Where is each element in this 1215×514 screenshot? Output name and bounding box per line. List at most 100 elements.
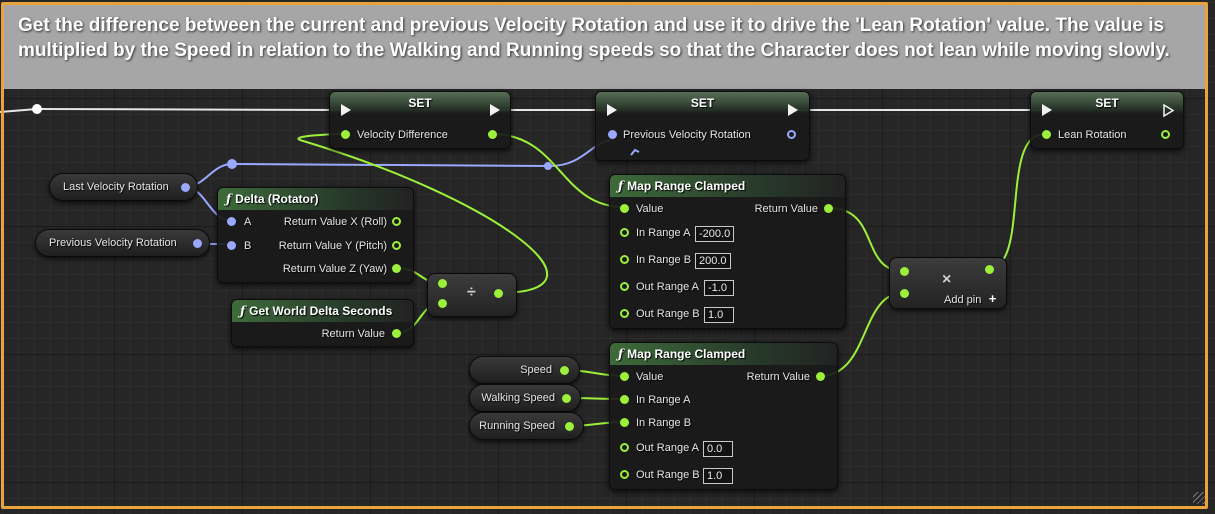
rotator-reroute-knot[interactable] <box>227 159 237 169</box>
comment-resize-grip[interactable] <box>1193 492 1205 504</box>
return-x-out-pin[interactable] <box>392 217 401 226</box>
velocity-difference-out-pin[interactable] <box>488 130 497 139</box>
pin-label-out-range-b: Out Range B <box>636 469 700 481</box>
previous-velocity-rotation-out-pin[interactable] <box>787 130 796 139</box>
get-last-velocity-rotation-node[interactable]: Last Velocity Rotation <box>49 173 198 201</box>
divide-node[interactable]: ÷ <box>427 273 517 317</box>
variable-label: Last Velocity Rotation <box>63 181 169 193</box>
pin-label-value: Value <box>636 203 664 215</box>
lean-rotation-out-pin[interactable] <box>1161 130 1170 139</box>
pin-label-a: A <box>244 216 252 228</box>
return-value-out-pin[interactable] <box>824 204 833 213</box>
walking-speed-out-pin[interactable] <box>562 394 571 403</box>
get-speed-node[interactable]: Speed <box>469 356 580 384</box>
variable-label: Previous Velocity Rotation <box>49 237 177 249</box>
speed-out-pin[interactable] <box>560 366 569 375</box>
node-title: SET <box>1031 92 1183 114</box>
out-range-a-input[interactable]: 0.0 <box>703 441 733 457</box>
out-range-a-pin[interactable] <box>620 443 629 452</box>
split-struct-icon[interactable] <box>630 143 640 156</box>
get-world-delta-seconds-node[interactable]: ƒ Get World Delta Seconds Return Value <box>231 299 414 347</box>
running-speed-out-pin[interactable] <box>565 422 574 431</box>
add-pin-button[interactable]: Add pin + <box>944 290 996 308</box>
divide-a-in-pin[interactable] <box>438 279 447 288</box>
wire-multiply-to-lean <box>988 133 1045 269</box>
return-y-out-pin[interactable] <box>392 241 401 250</box>
out-range-b-input[interactable]: 1.0 <box>703 468 733 484</box>
delta-a-in-pin[interactable] <box>227 217 236 226</box>
pin-label: Previous Velocity Rotation <box>623 129 751 141</box>
multiply-b-in-pin[interactable] <box>900 289 909 298</box>
exec-out-pin[interactable] <box>1163 104 1175 117</box>
out-range-b-pin[interactable] <box>620 309 629 318</box>
in-range-a-input[interactable]: -200.0 <box>695 226 735 242</box>
return-value-out-pin[interactable] <box>816 372 825 381</box>
pin-label-out-range-a: Out Range A <box>636 281 699 293</box>
set-lean-rotation-node[interactable]: SET Lean Rotation <box>1030 91 1184 149</box>
node-title: Map Range Clamped <box>627 179 746 193</box>
get-previous-velocity-rotation-node[interactable]: Previous Velocity Rotation <box>35 229 210 257</box>
velocity-difference-in-pin[interactable] <box>341 130 350 139</box>
rotator-out-pin[interactable] <box>181 183 190 192</box>
multiply-a-in-pin[interactable] <box>900 267 909 276</box>
exec-out-pin[interactable] <box>490 104 500 116</box>
function-icon: ƒ <box>226 192 232 206</box>
out-range-b-pin[interactable] <box>620 470 629 479</box>
variable-label: Running Speed <box>479 420 555 432</box>
set-previous-velocity-rotation-node[interactable]: SET Previous Velocity Rotation <box>595 91 810 161</box>
map-range-clamped-node-1[interactable]: ƒ Map Range Clamped Value Return Value In… <box>609 174 846 329</box>
rotator-out-pin[interactable] <box>193 239 202 248</box>
function-icon: ƒ <box>618 347 624 361</box>
out-label: Return Value <box>321 328 385 340</box>
node-title: Delta (Rotator) <box>235 192 319 206</box>
exec-in-pin[interactable] <box>341 104 351 116</box>
node-title: Map Range Clamped <box>627 347 746 361</box>
divide-out-pin[interactable] <box>494 289 503 298</box>
exec-in-pin[interactable] <box>1042 104 1052 116</box>
in-range-a-pin[interactable] <box>620 228 629 237</box>
exec-reroute-knot[interactable] <box>32 104 42 114</box>
node-title: Get World Delta Seconds <box>249 304 393 318</box>
exec-wire-in <box>0 108 38 113</box>
delta-rotator-node[interactable]: ƒ Delta (Rotator) A B Return Value X (Rol… <box>217 187 414 283</box>
in-range-b-pin[interactable] <box>620 255 629 264</box>
out-range-a-input[interactable]: -1.0 <box>704 280 734 296</box>
in-range-b-pin[interactable] <box>620 418 629 427</box>
return-value-out-pin[interactable] <box>392 329 401 338</box>
exec-out-pin[interactable] <box>788 104 798 116</box>
previous-velocity-rotation-in-pin[interactable] <box>608 130 617 139</box>
map-range-clamped-node-2[interactable]: ƒ Map Range Clamped Value Return Value In… <box>609 342 838 490</box>
out-range-a-pin[interactable] <box>620 282 629 291</box>
comment-text[interactable]: Get the difference between the current a… <box>4 5 1205 89</box>
exec-in-pin[interactable] <box>607 104 617 116</box>
pin-label: Lean Rotation <box>1058 129 1127 141</box>
pin-label-in-range-b: In Range B <box>636 254 692 266</box>
value-in-pin[interactable] <box>620 204 629 213</box>
value-in-pin[interactable] <box>620 372 629 381</box>
out-label-y: Return Value Y (Pitch) <box>278 240 387 252</box>
get-running-speed-node[interactable]: Running Speed <box>469 412 584 440</box>
node-title: SET <box>330 92 510 114</box>
pin-label-in-range-b: In Range B <box>636 417 692 429</box>
plus-icon: + <box>988 291 997 306</box>
lean-rotation-in-pin[interactable] <box>1042 130 1051 139</box>
multiply-node[interactable]: × Add pin + <box>889 257 1007 309</box>
out-label-x: Return Value X (Roll) <box>283 216 387 228</box>
multiply-icon: × <box>942 271 952 288</box>
divide-b-in-pin[interactable] <box>438 299 447 308</box>
in-range-b-input[interactable]: 200.0 <box>695 253 731 269</box>
in-range-a-pin[interactable] <box>620 395 629 404</box>
out-label-return: Return Value <box>754 203 818 215</box>
node-header: ƒ Delta (Rotator) <box>218 188 413 210</box>
out-label-z: Return Value Z (Yaw) <box>282 263 387 275</box>
get-walking-speed-node[interactable]: Walking Speed <box>469 384 581 412</box>
pin-label-out-range-a: Out Range A <box>636 442 699 454</box>
out-range-b-input[interactable]: 1.0 <box>704 307 734 323</box>
return-z-out-pin[interactable] <box>392 264 401 273</box>
node-header: ƒ Get World Delta Seconds <box>232 300 413 322</box>
multiply-out-pin[interactable] <box>985 265 994 274</box>
rotator-reroute-knot-2[interactable] <box>544 162 552 170</box>
delta-b-in-pin[interactable] <box>227 241 236 250</box>
pin-label: Velocity Difference <box>357 129 448 141</box>
set-velocity-difference-node[interactable]: SET Velocity Difference <box>329 91 511 149</box>
